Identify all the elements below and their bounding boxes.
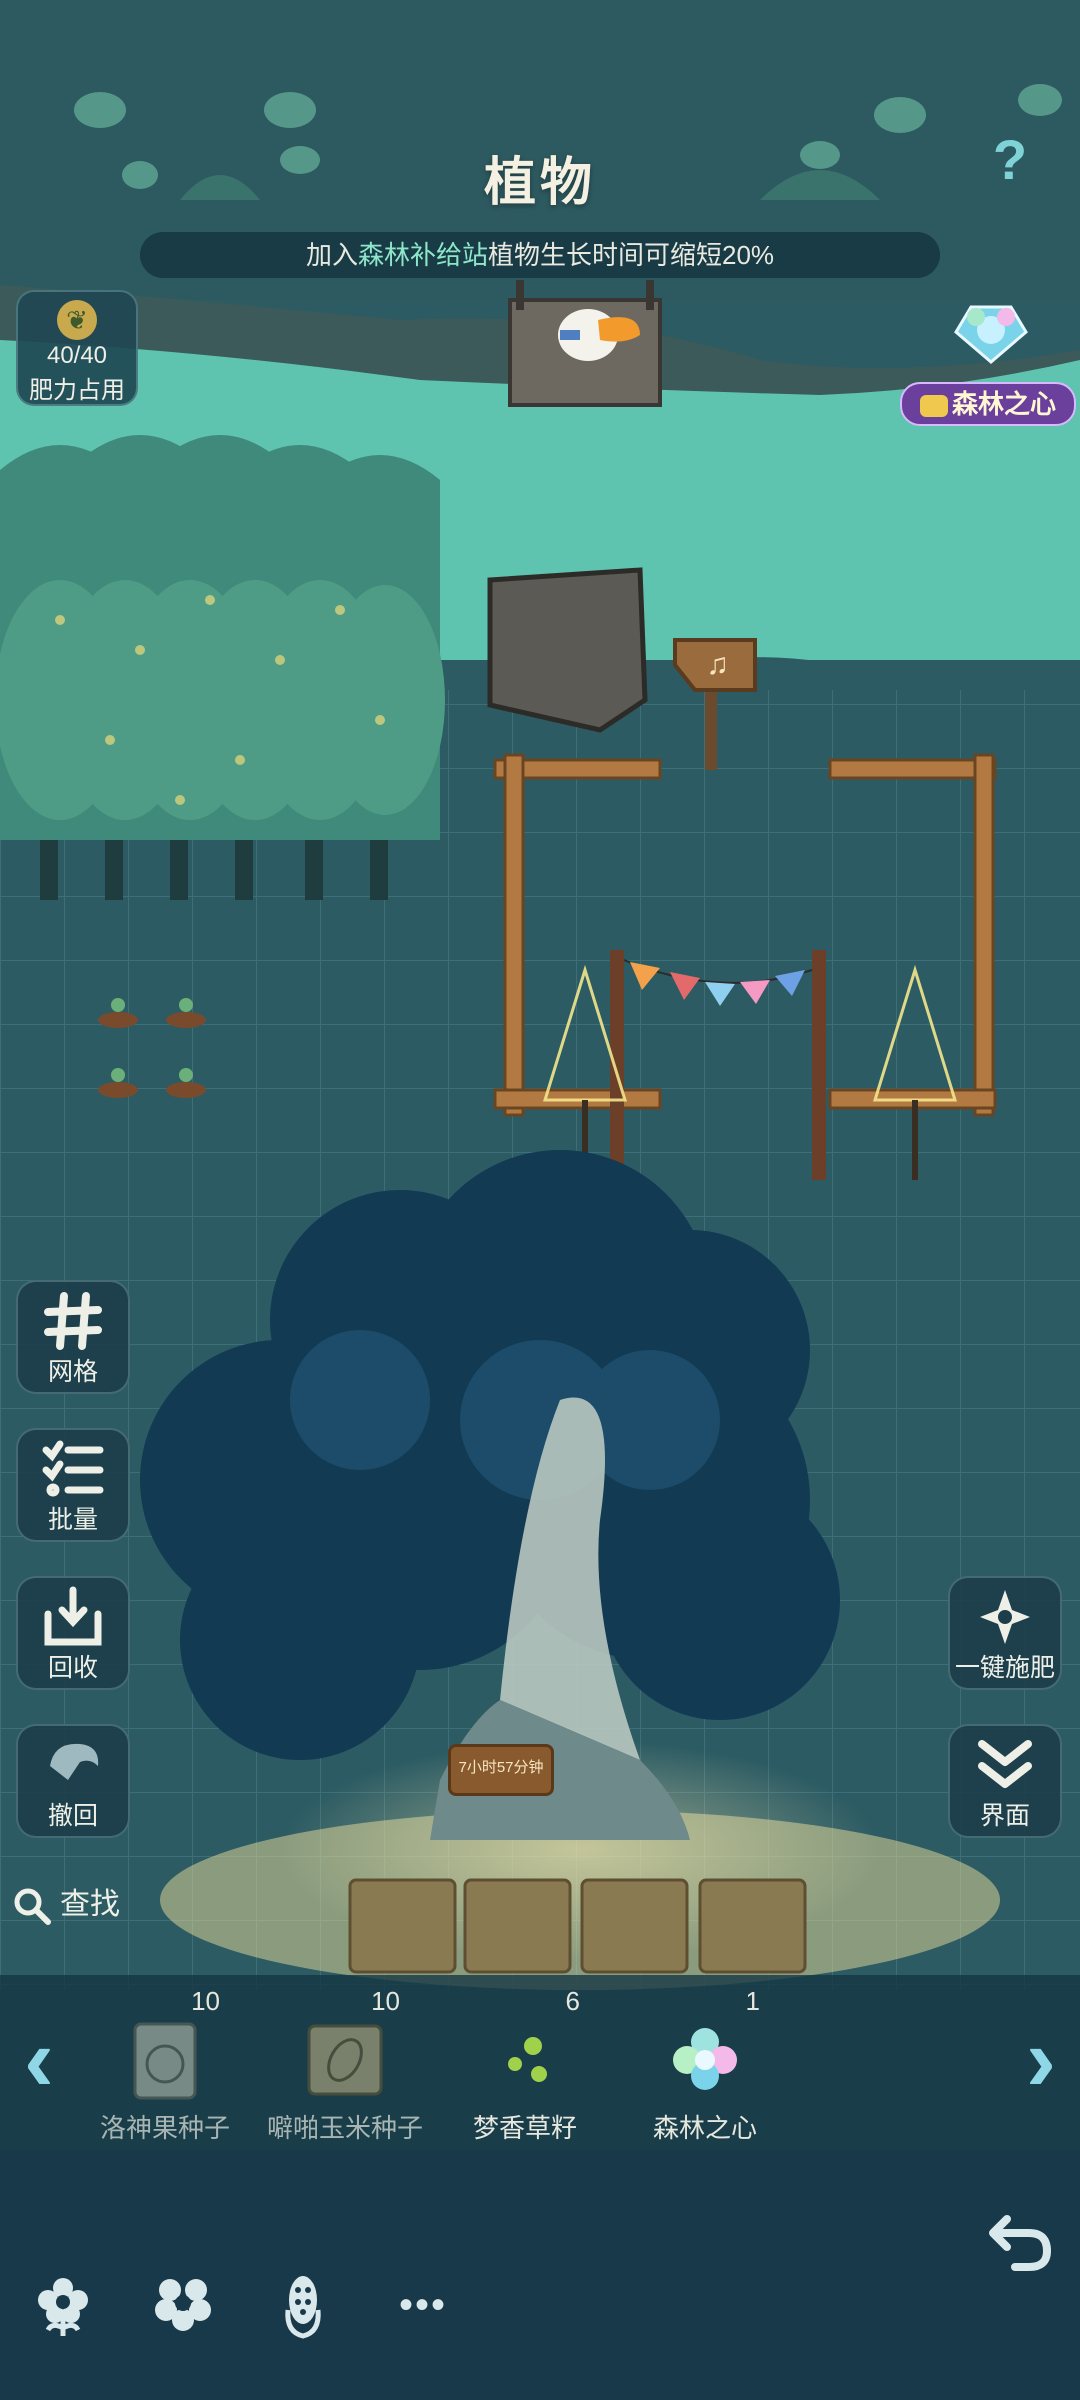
interface-button[interactable]: 界面: [948, 1724, 1062, 1838]
nav-flower[interactable]: [28, 2270, 98, 2340]
blossom-icon: [155, 2279, 211, 2331]
forest-heart-gem-icon: [954, 305, 1028, 364]
forest-heart-badge[interactable]: 森林之心: [898, 290, 1076, 430]
tray-next-arrow[interactable]: ›: [1016, 2005, 1066, 2115]
tray-item-roselle-seed[interactable]: 10 洛神果种子: [80, 1980, 250, 2145]
item-count: 10: [191, 1986, 220, 2016]
green-seeds-icon: [508, 2037, 547, 2082]
nav-blossom[interactable]: [148, 2270, 218, 2340]
undo-button[interactable]: 撤回: [16, 1724, 130, 1838]
recycle-button[interactable]: 回收: [16, 1576, 130, 1690]
forest-heart-label: 森林之心: [900, 382, 1076, 426]
item-count: 1: [745, 1986, 760, 2016]
fertilizer-label: 肥力占用: [29, 377, 125, 404]
item-name: 梦香草籽: [472, 2113, 577, 2143]
recycle-icon: [44, 1586, 102, 1646]
item-name: 洛神果种子: [99, 2113, 230, 2143]
flower-icon: [38, 2278, 88, 2336]
page-title: 植物: [483, 154, 596, 212]
batch-button[interactable]: 批量: [16, 1428, 130, 1542]
more-icon: •••: [398, 2283, 447, 2327]
fertilizer-count: 40/40: [46, 342, 108, 369]
undo-icon: [50, 1743, 99, 1780]
tree-timer-text: 7小时57分钟: [458, 1759, 544, 1776]
bag-icon: [919, 395, 948, 418]
back-arrow-icon: [989, 2215, 1052, 2271]
supply-station-banner[interactable]: 加入森林补给站植物生长时间可缩短20%: [140, 232, 940, 278]
grid-icon: [44, 1292, 102, 1350]
back-button[interactable]: [985, 2205, 1055, 2275]
item-name: 噼啪玉米种子: [266, 2113, 423, 2143]
fertilize-icon: [980, 1590, 1030, 1644]
tray-item-forest-heart[interactable]: 1 森林之心: [620, 1980, 790, 2145]
tray-prev-arrow[interactable]: ‹: [14, 2005, 64, 2115]
item-name: 森林之心: [652, 2113, 757, 2143]
fertilize-all-button[interactable]: 一键施肥: [948, 1576, 1062, 1690]
tree-timer-sign[interactable]: 7小时57分钟: [448, 1744, 554, 1796]
seed-packet-icon: [133, 2022, 197, 2100]
double-chevron-down-icon: [978, 1740, 1032, 1788]
music-note-icon: ♫: [706, 648, 729, 681]
forest-heart-gem-icon: [673, 2028, 737, 2090]
checklist-icon: [42, 1440, 104, 1497]
corn-icon: [285, 2276, 321, 2339]
fertilizer-badge[interactable]: ❦ 40/40 肥力占用: [16, 290, 138, 406]
nav-more[interactable]: •••: [388, 2270, 458, 2340]
banner-suffix: 植物生长时间可缩短20%: [487, 240, 775, 270]
leaf-icon: ❦: [57, 300, 97, 340]
help-icon[interactable]: ?: [980, 130, 1040, 190]
nav-corn[interactable]: [268, 2270, 338, 2340]
search-icon: [14, 1888, 51, 1926]
banner-highlight: 森林补给站: [357, 240, 488, 270]
tray-item-popcorn-seed[interactable]: 10 噼啪玉米种子: [260, 1980, 430, 2145]
music-signpost[interactable]: ♫: [680, 640, 755, 690]
search-button[interactable]: 查找: [12, 1880, 120, 1930]
tray-item-dream-grass-seed[interactable]: 6 梦香草籽: [440, 1980, 610, 2145]
corn-seed-packet-icon: [307, 2024, 383, 2096]
item-count: 6: [565, 1986, 580, 2016]
banner-prefix: 加入: [305, 240, 358, 270]
item-count: 10: [371, 1986, 400, 2016]
grid-button[interactable]: 网格: [16, 1280, 130, 1394]
